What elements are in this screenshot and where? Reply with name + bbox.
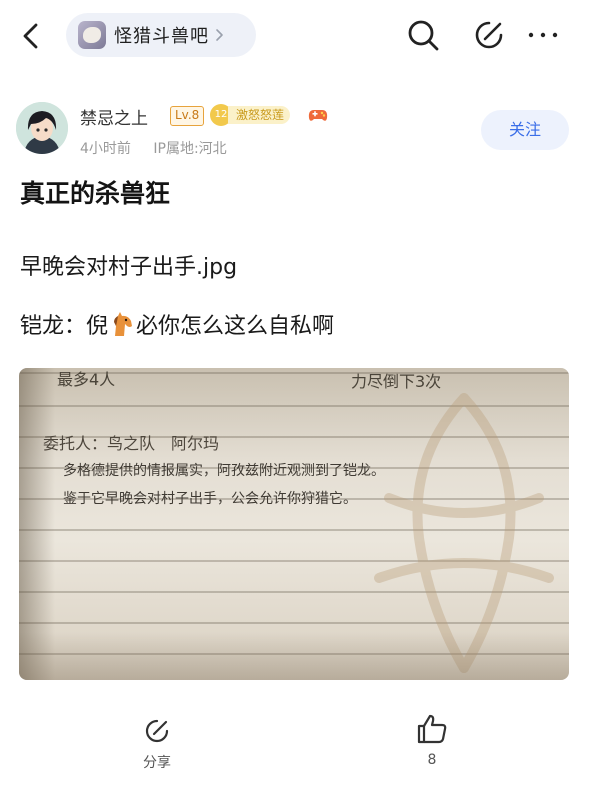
post-time: 4小时前 <box>80 141 131 157</box>
share-label: 分享 <box>143 755 171 771</box>
post-text-before-emoji: 铠龙：倪 <box>20 314 109 339</box>
image-text-party: 最多4人 <box>57 370 116 389</box>
member-title-badge: 12 激怒怒莲 <box>210 104 291 126</box>
search-button[interactable] <box>404 16 442 54</box>
post-title: 真正的杀兽狂 <box>20 179 171 208</box>
image-shade <box>19 632 569 680</box>
post-page: 怪猎斗兽吧 禁忌之上 Lv.8 12 激怒怒莲 4小时前 IP属地:河北 关注 … <box>0 0 589 800</box>
edit-button[interactable] <box>470 16 508 54</box>
back-button[interactable] <box>14 18 50 54</box>
like-button[interactable]: 8 <box>402 712 462 776</box>
image-text-body: 鉴于它早晚会对村子出手，公会允许你狩猎它。 <box>63 491 357 507</box>
back-arrow-icon <box>23 23 38 49</box>
follow-button[interactable]: 关注 <box>481 110 569 150</box>
horse-emoji-icon <box>114 312 133 336</box>
forum-link[interactable]: 怪猎斗兽吧 <box>66 13 256 57</box>
edit-icon <box>475 21 503 49</box>
post-meta: 4小时前 IP属地:河北 <box>80 138 227 158</box>
chevron-right-icon <box>216 29 223 41</box>
post-text-after-emoji: 必你怎么这么自私啊 <box>136 314 335 339</box>
gamepad-icon <box>308 110 328 121</box>
post-text-line: 早晚会对村子出手.jpg <box>20 255 238 280</box>
forum-name: 怪猎斗兽吧 <box>114 26 209 47</box>
author-avatar[interactable] <box>16 102 68 154</box>
title-text: 激怒怒莲 <box>228 106 291 124</box>
forum-avatar <box>78 21 106 49</box>
like-count: 8 <box>427 752 437 768</box>
thumbs-up-icon <box>417 714 447 744</box>
share-button[interactable]: 分享 <box>128 716 186 776</box>
top-nav-bar: 怪猎斗兽吧 <box>0 0 589 72</box>
image-text-client: 委托人：鸟之队 阿尔玛 <box>43 434 220 453</box>
share-icon <box>145 719 169 743</box>
level-badge: Lv.8 <box>170 106 205 126</box>
author-name[interactable]: 禁忌之上 <box>80 104 148 129</box>
ip-location: IP属地:河北 <box>153 141 227 157</box>
post-text-line: 铠龙：倪 必你怎么这么自私啊 <box>20 308 334 340</box>
more-button[interactable] <box>523 16 563 54</box>
more-icon <box>528 32 558 38</box>
image-text-body: 多格德提供的情报属实，阿孜兹附近观测到了铠龙。 <box>63 463 385 479</box>
post-image[interactable]: 最多4人 力尽倒下3次 委托人：鸟之队 阿尔玛 多格德提供的情报属实，阿孜兹附近… <box>19 368 569 680</box>
search-icon <box>408 20 439 51</box>
anime-avatar-icon <box>16 102 68 154</box>
image-text-faints: 力尽倒下3次 <box>351 372 442 391</box>
